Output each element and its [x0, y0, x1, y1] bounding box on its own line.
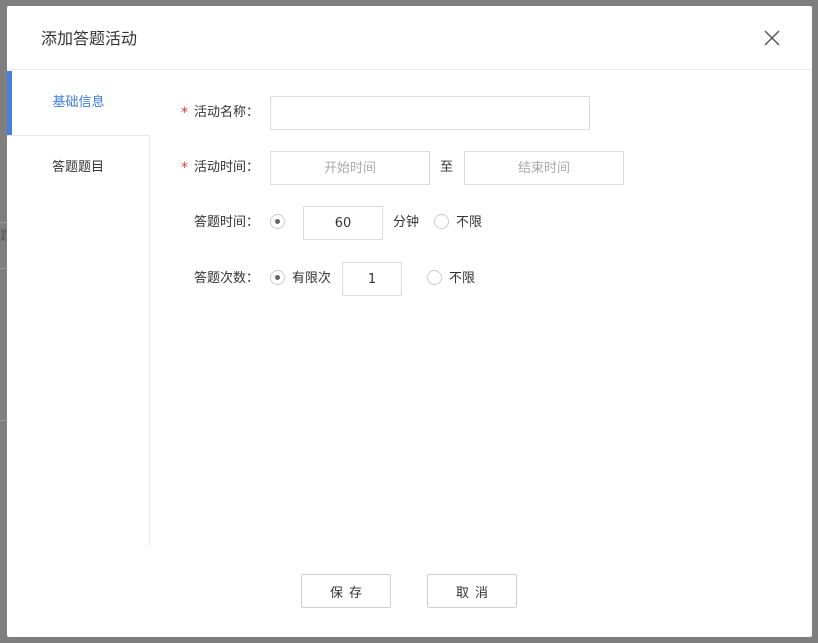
answer-count-unlimited-label: 不限 [449, 271, 476, 286]
minutes-unit: 分钟 [393, 215, 420, 230]
dialog-title: 添加答题活动 [41, 29, 138, 48]
answer-count-input[interactable] [342, 262, 402, 296]
end-time-input[interactable] [464, 151, 624, 185]
answer-time-unlimited-label: 不限 [456, 215, 483, 230]
tab-label: 基础信息 [52, 95, 105, 110]
answer-time-label: 答题时间： [194, 215, 260, 230]
answer-time-unlimited-radio[interactable] [434, 214, 449, 229]
answer-count-label: 答题次数： [194, 271, 260, 286]
close-button[interactable] [760, 26, 784, 50]
answer-time-limited-radio[interactable] [270, 214, 285, 229]
tab-label: 答题题目 [51, 160, 104, 175]
side-nav: 基础信息 答题题目 [7, 71, 150, 546]
tab-basic-info[interactable]: 基础信息 [7, 71, 150, 135]
required-mark: * [181, 160, 188, 176]
activity-time-label: 活动时间： [194, 160, 260, 175]
close-icon [764, 30, 780, 46]
background-partial-text: 题 [0, 228, 6, 246]
answer-count-unlimited-radio[interactable] [427, 270, 442, 285]
start-time-input[interactable] [270, 151, 430, 185]
add-quiz-activity-dialog: 添加答题活动 基础信息 答题题目 * 活动名称： * 活动时间： 至 答题时间： [7, 6, 812, 637]
dialog-header: 添加答题活动 [7, 6, 812, 70]
cancel-button[interactable]: 取消 [427, 574, 517, 608]
save-button[interactable]: 保存 [301, 574, 391, 608]
answer-count-limited-radio[interactable] [270, 270, 285, 285]
activity-name-label: 活动名称： [194, 105, 260, 120]
tab-quiz-questions[interactable]: 答题题目 [7, 135, 150, 199]
time-range-separator: 至 [440, 160, 454, 175]
answer-minutes-input[interactable] [303, 206, 383, 240]
answer-count-limited-label: 有限次 [292, 271, 332, 286]
required-mark: * [181, 105, 188, 121]
activity-name-input[interactable] [270, 96, 590, 130]
